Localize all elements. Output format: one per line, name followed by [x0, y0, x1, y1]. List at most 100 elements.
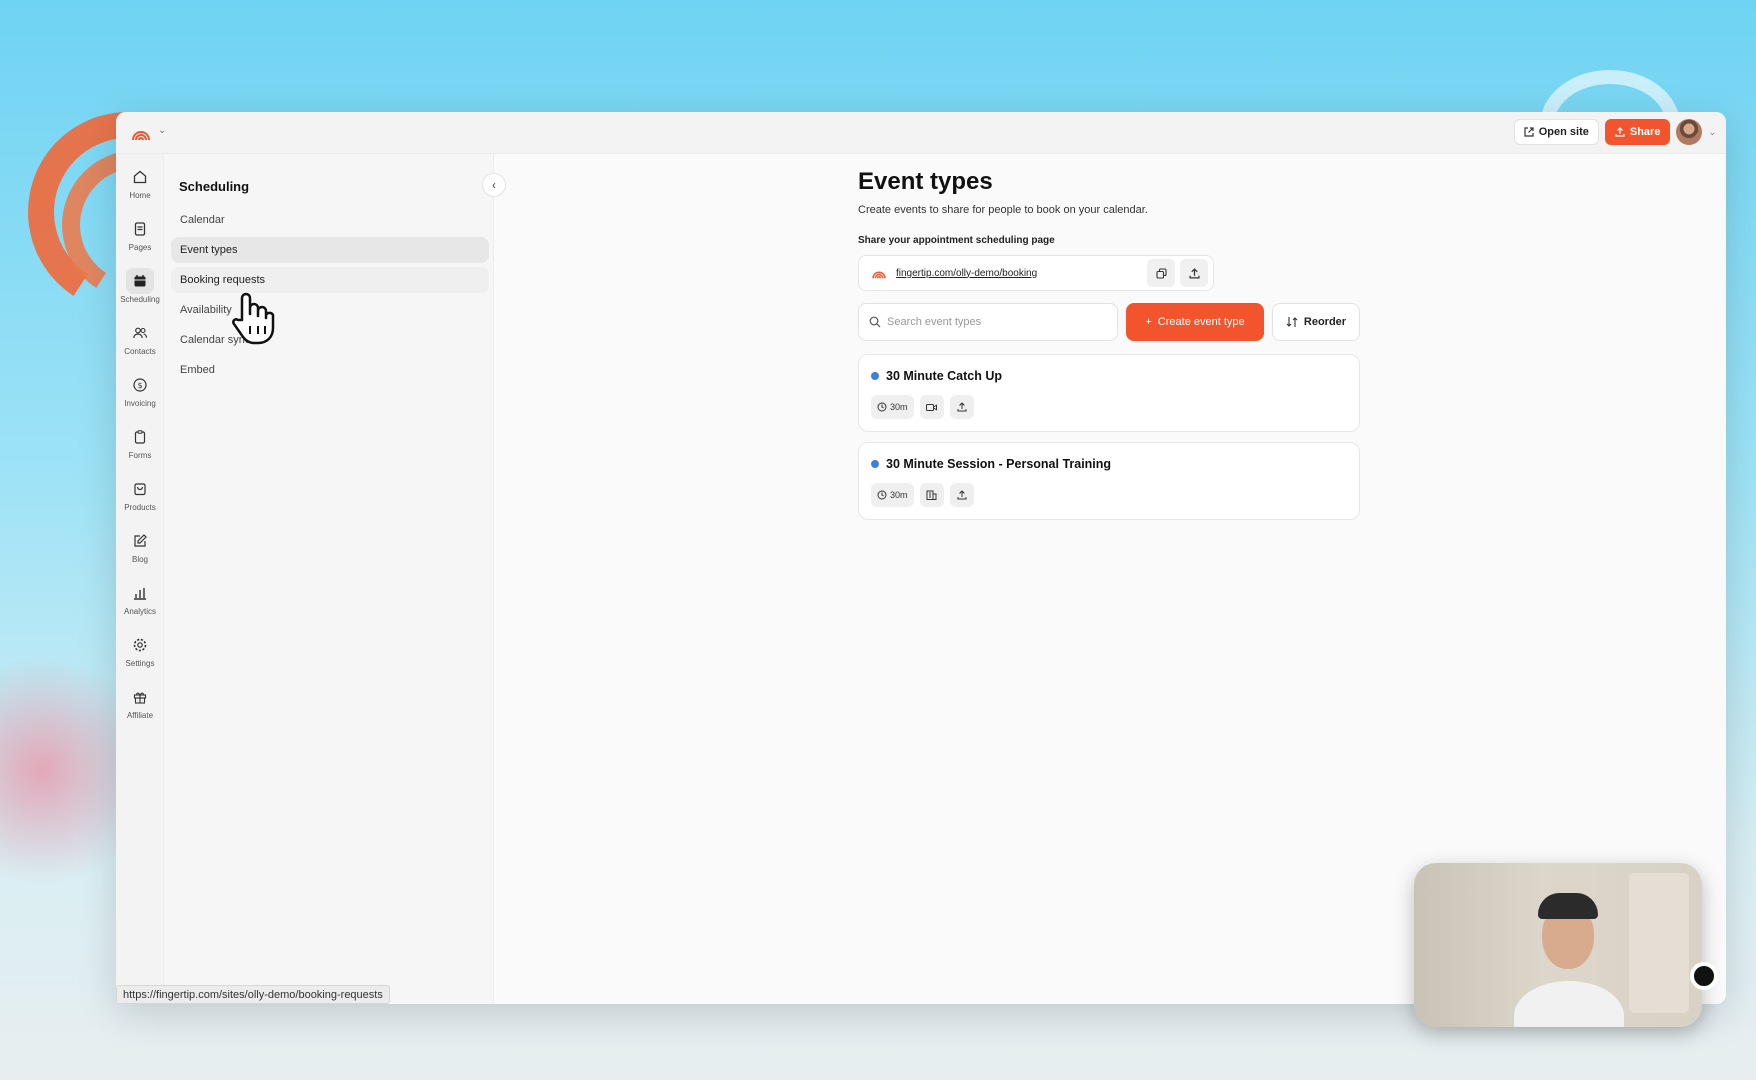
- collapse-sidebar-button[interactable]: ‹: [482, 173, 506, 197]
- rail-label: Forms: [128, 451, 152, 460]
- upload-icon: [957, 490, 967, 500]
- subnav-item-booking-requests[interactable]: Booking requests: [171, 267, 489, 293]
- clock-icon: [877, 490, 887, 500]
- fingertip-logo-icon: [871, 266, 887, 280]
- building-icon: [926, 490, 937, 500]
- recording-indicator: [1690, 962, 1718, 990]
- clipboard-icon: [126, 424, 154, 450]
- external-link-icon: [1524, 127, 1534, 137]
- clock-icon: [877, 402, 887, 412]
- copy-icon: [1155, 267, 1167, 279]
- share-link-button[interactable]: [1180, 259, 1208, 287]
- video-icon: [926, 403, 938, 411]
- webcam-person-cap: [1538, 893, 1598, 919]
- contacts-icon: [126, 320, 154, 346]
- event-chips: 30m: [871, 395, 974, 419]
- search-input[interactable]: [887, 316, 1087, 328]
- location-chip: [919, 395, 944, 419]
- home-icon: [126, 164, 154, 190]
- booking-link[interactable]: fingertip.com/olly-demo/booking: [896, 268, 1147, 279]
- page-title: Event types: [858, 168, 993, 195]
- rail-item-blog[interactable]: Blog: [116, 528, 164, 574]
- search-box: [858, 303, 1118, 341]
- subnav-item-calendar-sync[interactable]: Calendar sync: [171, 327, 489, 353]
- rail-item-home[interactable]: Home: [116, 164, 164, 210]
- event-title-row: 30 Minute Catch Up: [871, 369, 1002, 383]
- dollar-icon: $: [126, 372, 154, 398]
- site-switcher-button[interactable]: [126, 120, 156, 146]
- fingertip-logo-icon: [132, 131, 150, 141]
- bar-chart-icon: [126, 580, 154, 606]
- subnav-item-embed[interactable]: Embed: [171, 357, 489, 383]
- icon-rail: Home Pages Scheduling Contacts $ Invoici…: [116, 154, 164, 1004]
- user-avatar[interactable]: [1676, 119, 1703, 145]
- rail-item-forms[interactable]: Forms: [116, 424, 164, 470]
- duration-label: 30m: [890, 490, 908, 500]
- top-bar: ⌄ Open site Share ⌄: [116, 112, 1726, 154]
- rail-item-analytics[interactable]: Analytics: [116, 580, 164, 626]
- open-site-label: Open site: [1538, 126, 1589, 138]
- duration-label: 30m: [890, 402, 908, 412]
- webcam-person: [1514, 981, 1624, 1027]
- event-color-dot: [871, 372, 879, 380]
- reorder-label: Reorder: [1303, 316, 1347, 328]
- event-chips: 30m: [871, 483, 974, 507]
- rail-item-invoicing[interactable]: $ Invoicing: [116, 372, 164, 418]
- rail-item-scheduling[interactable]: Scheduling: [116, 268, 164, 314]
- open-site-button[interactable]: Open site: [1513, 119, 1599, 145]
- subnav-item-calendar[interactable]: Calendar: [171, 207, 489, 233]
- rail-item-contacts[interactable]: Contacts: [116, 320, 164, 366]
- subnav-item-event-types[interactable]: Event types: [171, 237, 489, 263]
- rail-label: Scheduling: [120, 295, 160, 304]
- rail-item-settings[interactable]: Settings: [116, 632, 164, 678]
- rail-label: Pages: [128, 243, 152, 252]
- calendar-icon: [126, 268, 154, 294]
- copy-link-button[interactable]: [1147, 259, 1175, 287]
- chevron-down-icon[interactable]: ⌄: [158, 125, 166, 136]
- svg-text:$: $: [137, 381, 142, 390]
- event-type-card[interactable]: 30 Minute Session - Personal Training 30…: [858, 442, 1360, 520]
- page-subtitle: Create events to share for people to boo…: [858, 204, 1148, 216]
- upload-icon: [1188, 267, 1200, 279]
- share-label: Share: [1629, 126, 1661, 138]
- rail-item-affiliate[interactable]: Affiliate: [116, 684, 164, 730]
- search-icon: [869, 316, 881, 328]
- rail-label: Blog: [131, 555, 148, 564]
- gift-icon: [126, 684, 154, 710]
- rail-item-pages[interactable]: Pages: [116, 216, 164, 262]
- reorder-button[interactable]: Reorder: [1272, 303, 1360, 341]
- subnav-item-availability[interactable]: Availability: [171, 297, 489, 323]
- share-button[interactable]: Share: [1604, 119, 1671, 145]
- create-event-type-button[interactable]: + Create event type: [1126, 303, 1264, 341]
- rail-label: Analytics: [123, 607, 156, 616]
- edit-icon: [126, 528, 154, 554]
- booking-link-box: fingertip.com/olly-demo/booking: [858, 255, 1214, 291]
- scheduling-subnav: Scheduling ‹ Calendar Event types Bookin…: [164, 154, 506, 1004]
- location-chip: [919, 483, 944, 507]
- event-title: 30 Minute Catch Up: [886, 369, 1002, 383]
- event-color-dot: [871, 460, 879, 468]
- rail-label: Home: [129, 191, 151, 200]
- bag-icon: [126, 476, 154, 502]
- event-title: 30 Minute Session - Personal Training: [886, 457, 1112, 471]
- hand-cursor-icon: [232, 292, 275, 345]
- upload-icon: [957, 402, 967, 412]
- event-title-row: 30 Minute Session - Personal Training: [871, 457, 1111, 471]
- webcam-overlay: [1414, 863, 1702, 1027]
- event-type-card[interactable]: 30 Minute Catch Up 30m: [858, 354, 1360, 432]
- rail-label: Products: [124, 503, 156, 512]
- rail-label: Settings: [125, 659, 155, 668]
- webcam-background: [1629, 873, 1689, 1013]
- share-event-button[interactable]: [949, 395, 974, 419]
- status-bar-url: https://fingertip.com/sites/olly-demo/bo…: [116, 985, 390, 1004]
- gear-icon: [126, 632, 154, 658]
- subnav-title: Scheduling: [179, 179, 250, 194]
- rail-item-products[interactable]: Products: [116, 476, 164, 522]
- rail-label: Affiliate: [126, 711, 154, 720]
- share-event-button[interactable]: [949, 483, 974, 507]
- rail-label: Invoicing: [124, 399, 156, 408]
- rail-label: Contacts: [124, 347, 156, 356]
- chevron-left-icon: ‹: [492, 178, 496, 192]
- plus-icon: +: [1145, 316, 1152, 328]
- chevron-down-icon[interactable]: ⌄: [1708, 127, 1716, 138]
